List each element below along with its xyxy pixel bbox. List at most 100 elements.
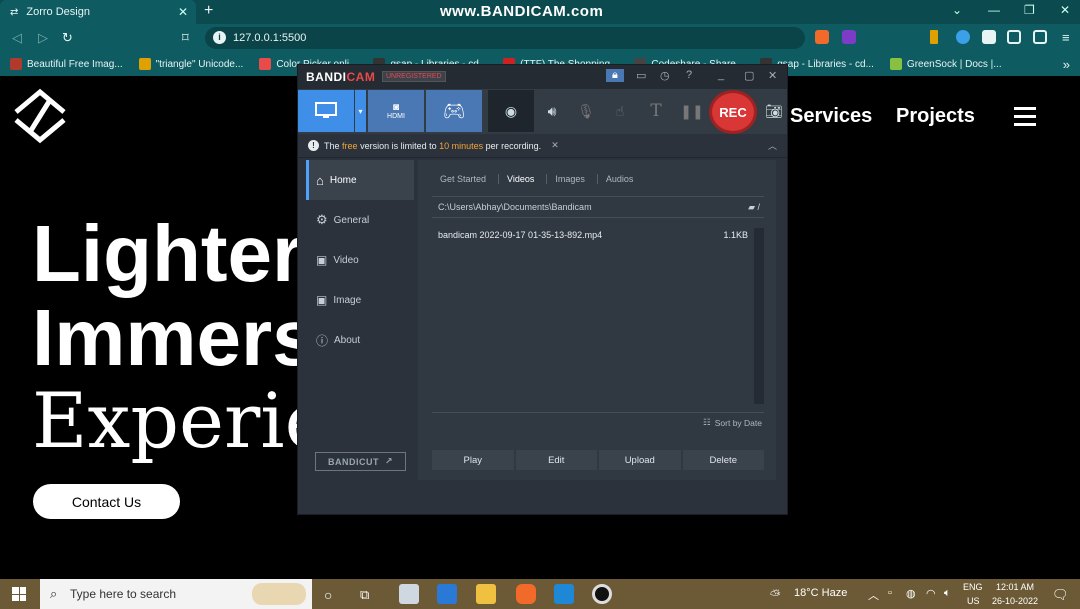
- back-icon[interactable]: ◁: [12, 30, 22, 46]
- speaker-button[interactable]: 🔊︎: [540, 90, 564, 132]
- delete-button[interactable]: Delete: [682, 450, 764, 470]
- notifications-icon[interactable]: 🗨︎: [1052, 587, 1069, 603]
- restore-icon[interactable]: ▢: [744, 69, 754, 82]
- vscode-icon[interactable]: [554, 584, 574, 604]
- sidebar-item-image[interactable]: ▣ Image: [306, 280, 414, 320]
- mail-icon[interactable]: [437, 584, 457, 604]
- nav-projects[interactable]: Projects: [896, 105, 975, 128]
- restore-icon[interactable]: ❐: [1024, 3, 1035, 17]
- file-explorer-icon[interactable]: [476, 584, 496, 604]
- zorro-logo[interactable]: [12, 88, 68, 144]
- game-recording-mode-button[interactable]: 🎮︎: [426, 90, 482, 132]
- bookmark-item[interactable]: GreenSock | Docs |...: [889, 58, 1002, 70]
- lock-icon[interactable]: 🔒︎: [606, 69, 624, 82]
- sort-icon: ☷: [703, 417, 711, 427]
- volume-icon[interactable]: 🔈︎: [944, 587, 951, 600]
- open-folder-icon[interactable]: ▰ /: [748, 202, 760, 213]
- wifi-icon[interactable]: ◠: [926, 587, 936, 600]
- url-field[interactable]: i 127.0.0.1:5500: [205, 27, 805, 49]
- cursor-effects-button[interactable]: ☝︎: [608, 90, 632, 132]
- windows-taskbar: ⌕ Type here to search ○ ⧉ ⛅︎ 18°C Haze ︿…: [0, 579, 1080, 609]
- weather-text[interactable]: 18°C Haze: [794, 587, 847, 599]
- collapse-chevron-icon[interactable]: ︿: [768, 139, 777, 152]
- webcam-off-icon: ◉: [504, 102, 518, 119]
- sidebar-item-home[interactable]: ⌂ Home: [306, 160, 414, 200]
- clock-time[interactable]: 12:01 AM: [996, 582, 1034, 592]
- edit-button[interactable]: Edit: [515, 450, 597, 470]
- bandicam-titlebar[interactable]: BANDICAM UNREGISTERED 🔒︎ ▭ ◷ ? _ ▢ ✕: [298, 65, 787, 89]
- rec-button[interactable]: REC: [709, 90, 757, 134]
- file-actions: Play Edit Upload Delete: [432, 450, 764, 470]
- clock-icon[interactable]: ◷: [660, 69, 670, 82]
- close-window-icon[interactable]: ✕: [1060, 3, 1070, 17]
- list-item[interactable]: bandicam 2022-09-17 01-35-13-892.mp4 1.1…: [438, 230, 748, 240]
- site-favicon-icon: ⇄: [10, 6, 19, 18]
- sort-by-date-control[interactable]: ☷ Sort by Date: [432, 412, 764, 432]
- contact-us-button[interactable]: Contact Us: [33, 484, 180, 519]
- sidebar-item-general[interactable]: ⚙ General: [306, 200, 414, 240]
- new-tab-button[interactable]: +: [204, 2, 213, 20]
- text-overlay-button[interactable]: T: [644, 90, 668, 132]
- help-icon[interactable]: ?: [686, 69, 692, 81]
- brave-shield-icon[interactable]: [815, 30, 829, 44]
- browser-tab[interactable]: ⇄ Zorro Design ✕: [0, 0, 196, 24]
- sidebar-item-about[interactable]: ⓘ About: [306, 320, 414, 360]
- brave-rewards-icon[interactable]: [842, 30, 856, 44]
- tab-get-started[interactable]: Get Started: [432, 174, 500, 184]
- tab-search-icon[interactable]: ⌄: [952, 3, 962, 17]
- wallet-icon[interactable]: [1033, 30, 1047, 44]
- tab-videos[interactable]: Videos: [499, 174, 548, 184]
- brave-browser-icon[interactable]: [516, 584, 536, 604]
- sidebar-icon[interactable]: [1007, 30, 1021, 44]
- file-name: bandicam 2022-09-17 01-35-13-892.mp4: [438, 230, 603, 240]
- bookmark-item[interactable]: "triangle" Unicode...: [138, 58, 243, 70]
- play-button[interactable]: Play: [432, 450, 514, 470]
- close-icon[interactable]: ✕: [768, 69, 777, 82]
- bookmarks-overflow-icon[interactable]: »: [1063, 57, 1070, 72]
- screenshot-button[interactable]: 📷︎: [762, 90, 786, 132]
- scrollbar[interactable]: [754, 228, 764, 404]
- reload-icon[interactable]: ↻: [62, 30, 73, 46]
- bandicut-button[interactable]: BANDICUT ↗: [315, 452, 406, 471]
- network-icon[interactable]: ◍: [906, 587, 916, 600]
- screen-recording-mode-button[interactable]: [298, 90, 354, 132]
- bookmark-icon[interactable]: ⌑: [182, 30, 189, 46]
- dismiss-notice-icon[interactable]: ✕: [551, 140, 559, 151]
- upload-button[interactable]: Upload: [599, 450, 681, 470]
- hdmi-recording-mode-button[interactable]: ◙ HDMI: [368, 90, 424, 132]
- menu-icon[interactable]: ≡: [1062, 30, 1070, 45]
- cortana-icon[interactable]: ○: [324, 587, 332, 603]
- taskbar-search-input[interactable]: ⌕ Type here to search: [40, 579, 312, 609]
- bookmark-item[interactable]: Beautiful Free Imag...: [10, 58, 123, 70]
- region-label[interactable]: US: [967, 596, 980, 606]
- nav-services[interactable]: Services: [790, 105, 872, 128]
- tab-images[interactable]: Images: [547, 174, 598, 184]
- bandicam-taskbar-icon[interactable]: [592, 584, 612, 604]
- microphone-off-icon: 🎙︎: [577, 102, 595, 119]
- folder-icon[interactable]: ▭: [636, 69, 646, 82]
- microphone-button[interactable]: 🎙︎: [574, 90, 598, 132]
- language-label[interactable]: ENG: [963, 582, 983, 592]
- site-info-icon[interactable]: i: [213, 31, 226, 44]
- minimize-icon[interactable]: —: [988, 3, 1000, 17]
- minimize-icon[interactable]: _: [718, 69, 724, 81]
- windows-start-icon[interactable]: [12, 587, 26, 601]
- bookmark-favicon-icon: [259, 58, 272, 70]
- microsoft-store-icon[interactable]: [399, 584, 419, 604]
- pause-button[interactable]: ❚❚: [680, 90, 704, 132]
- forward-icon[interactable]: ▷: [38, 30, 48, 46]
- meet-now-icon[interactable]: ▫: [888, 587, 892, 599]
- tab-close-icon[interactable]: ✕: [178, 5, 188, 19]
- extensions-puzzle-icon[interactable]: [982, 30, 996, 44]
- tab-audios[interactable]: Audios: [598, 174, 646, 184]
- clock-date[interactable]: 26-10-2022: [992, 596, 1038, 606]
- mode-dropdown-chevron-icon[interactable]: ▾: [355, 90, 366, 132]
- hamburger-menu-icon[interactable]: [1014, 107, 1036, 131]
- extension-icon[interactable]: [956, 30, 970, 44]
- tray-chevron-icon[interactable]: ︿: [868, 587, 879, 603]
- task-view-icon[interactable]: ⧉: [360, 587, 369, 603]
- color-picker-ext-icon[interactable]: [930, 30, 938, 44]
- webcam-overlay-button[interactable]: ◉: [488, 90, 534, 132]
- sidebar-item-video[interactable]: ▣ Video: [306, 240, 414, 280]
- about-icon: ⓘ: [316, 333, 329, 348]
